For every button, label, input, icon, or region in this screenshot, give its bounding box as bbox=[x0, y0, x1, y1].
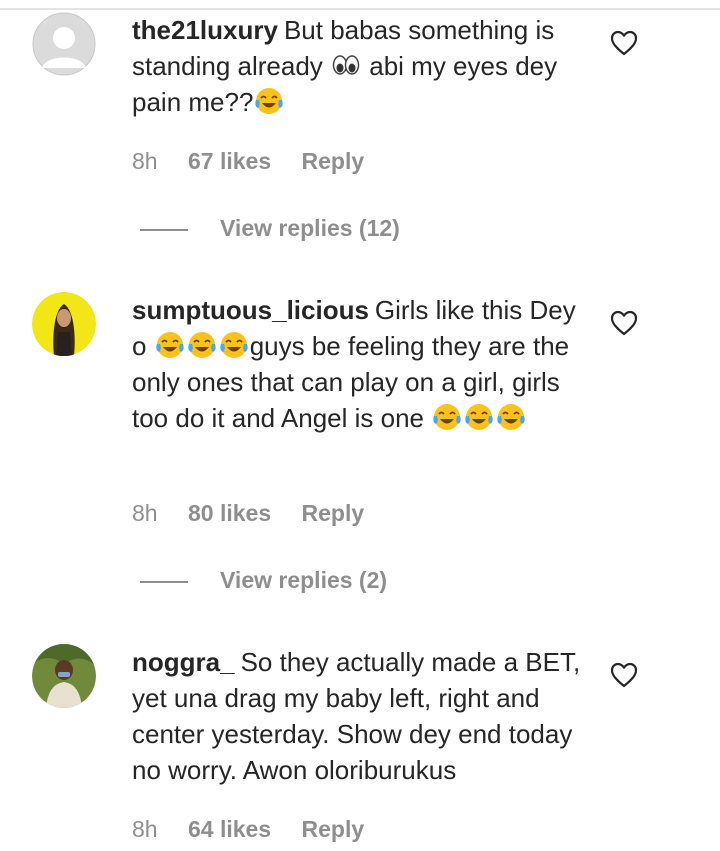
avatar[interactable] bbox=[32, 12, 96, 76]
default-avatar-icon bbox=[32, 12, 96, 76]
comment-username[interactable]: noggra_ bbox=[132, 647, 235, 677]
comment-meta: 8h 80 likes Reply bbox=[132, 500, 388, 527]
comment-text: noggra_ So they actually made a BET, yet … bbox=[132, 644, 592, 788]
view-replies-label: View replies (2) bbox=[220, 567, 388, 593]
tears-of-joy-emoji bbox=[188, 332, 216, 358]
top-divider bbox=[0, 0, 720, 10]
view-replies-button[interactable]: View replies (12) bbox=[140, 215, 400, 242]
comment-meta: 8h 67 likes Reply bbox=[132, 148, 388, 175]
heart-icon[interactable] bbox=[610, 310, 638, 336]
comment-timestamp: 8h bbox=[132, 816, 158, 842]
likes-count[interactable]: 64 likes bbox=[188, 816, 271, 842]
tears-of-joy-emoji bbox=[220, 332, 248, 358]
reply-button[interactable]: Reply bbox=[302, 148, 365, 174]
comment-username[interactable]: sumptuous_licious bbox=[132, 295, 369, 325]
comment-text: sumptuous_licious Girls like this Dey o g… bbox=[132, 292, 592, 436]
tears-of-joy-emoji bbox=[497, 404, 525, 430]
comment-timestamp: 8h bbox=[132, 148, 158, 174]
comment-username[interactable]: the21luxury bbox=[132, 15, 278, 45]
user-photo-avatar bbox=[32, 644, 96, 708]
heart-icon[interactable] bbox=[610, 662, 638, 688]
tears-of-joy-emoji bbox=[465, 404, 493, 430]
view-replies-label: View replies (12) bbox=[220, 215, 400, 241]
tears-of-joy-emoji bbox=[255, 88, 284, 114]
comment-meta: 8h 64 likes Reply bbox=[132, 816, 388, 843]
comment-timestamp: 8h bbox=[132, 500, 158, 526]
tears-of-joy-emoji bbox=[156, 332, 184, 358]
avatar[interactable] bbox=[32, 292, 96, 356]
likes-count[interactable]: 67 likes bbox=[188, 148, 271, 174]
reply-button[interactable]: Reply bbox=[302, 500, 365, 526]
eyes-emoji bbox=[332, 55, 360, 75]
comment-text: the21luxury But babas something is standi… bbox=[132, 12, 592, 120]
likes-count[interactable]: 80 likes bbox=[188, 500, 271, 526]
user-photo-avatar bbox=[32, 292, 96, 356]
tears-of-joy-emoji bbox=[433, 404, 461, 430]
view-replies-button[interactable]: View replies (2) bbox=[140, 567, 387, 594]
replies-divider bbox=[140, 580, 188, 583]
avatar[interactable] bbox=[32, 644, 96, 708]
heart-icon[interactable] bbox=[610, 30, 638, 56]
replies-divider bbox=[140, 228, 188, 231]
reply-button[interactable]: Reply bbox=[302, 816, 365, 842]
